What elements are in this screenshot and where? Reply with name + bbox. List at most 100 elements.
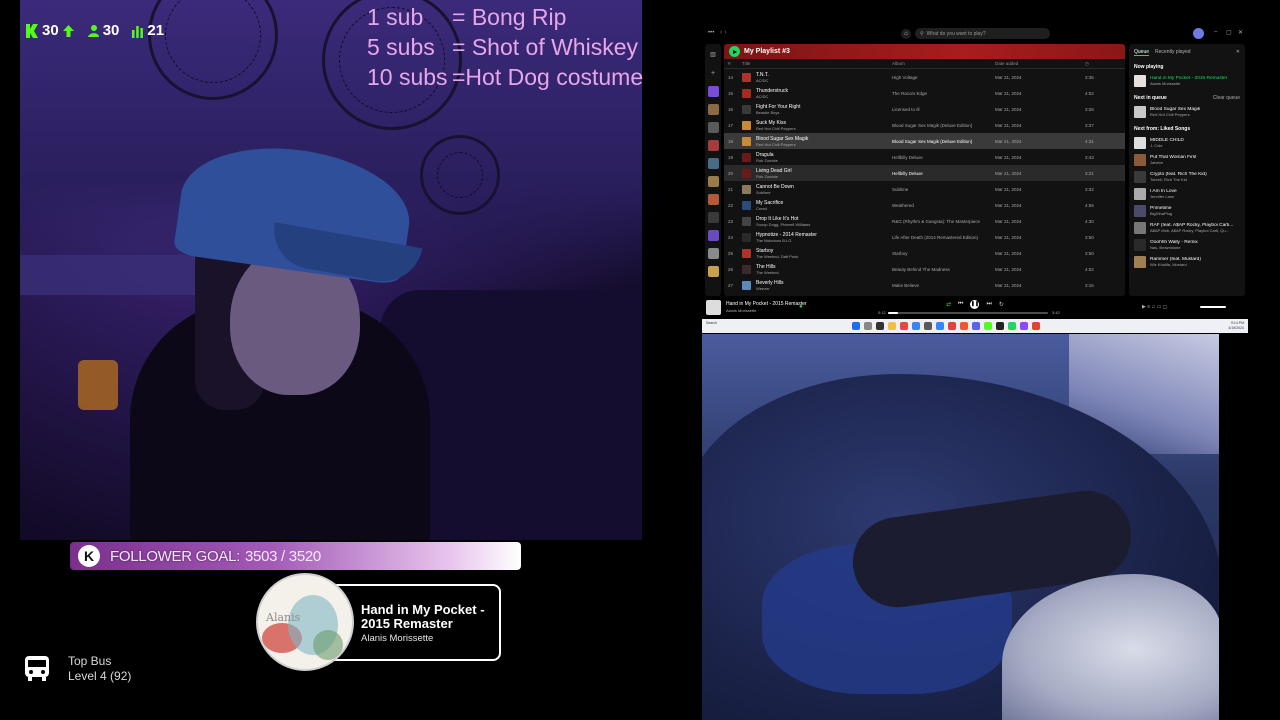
- track-album[interactable]: High Voltage: [892, 75, 995, 80]
- track-album[interactable]: Blood Sugar Sex Magik (Deluxe Edition): [892, 123, 995, 128]
- track-row[interactable]: 14 T.N.T. AC/DC High Voltage Mar 21, 2024 3:3…: [724, 69, 1125, 85]
- track-artist[interactable]: Creed: [756, 206, 767, 211]
- track-album[interactable]: Licensed to Ill: [892, 107, 995, 112]
- maximize-icon[interactable]: ▢: [1226, 29, 1232, 36]
- chrome-icon[interactable]: [900, 322, 908, 330]
- taskbar-search[interactable]: Search: [706, 321, 746, 331]
- playlist-thumb[interactable]: [707, 104, 719, 115]
- queue-item[interactable]: Primetime BigXthaPlug: [1134, 205, 1240, 217]
- track-title[interactable]: Cannot Be Down: [756, 184, 892, 190]
- track-album[interactable]: Weathered: [892, 203, 995, 208]
- liked-check-icon[interactable]: ●: [799, 304, 803, 310]
- queue-item[interactable]: Blood Sugar Sex Magik Red Hot Chili Pepp…: [1134, 106, 1240, 118]
- queue-now-playing[interactable]: Hand in My Pocket - 2015 Remaster Alanis…: [1134, 75, 1240, 87]
- queue-item[interactable]: RAF (feat. A$AP Rocky, Playboi Carti... A…: [1134, 222, 1240, 234]
- taskbar-clock[interactable]: 9:14 PM 4/19/2024: [1228, 321, 1244, 331]
- queue-item[interactable]: I Am In Love Jennifer Lane: [1134, 188, 1240, 200]
- clear-queue-button[interactable]: Clear queue: [1213, 95, 1240, 101]
- track-album[interactable]: Sublime: [892, 187, 995, 192]
- track-artist[interactable]: Beastie Boys: [756, 110, 779, 115]
- track-artist[interactable]: Red Hot Chili Peppers: [756, 142, 796, 147]
- track-row[interactable]: 16 Fight For Your Right Beastie Boys Licens…: [724, 101, 1125, 117]
- playlist-thumb[interactable]: [707, 176, 719, 187]
- track-album[interactable]: Hellbilly Deluxe: [892, 171, 995, 176]
- col-date[interactable]: Date added: [995, 61, 1085, 66]
- playback-progress-bar[interactable]: [888, 312, 1048, 314]
- home-icon[interactable]: ⌂: [901, 29, 911, 39]
- queue-item[interactable]: Rammer (feat. Mustard) Wiz Khalifa, Musta…: [1134, 256, 1240, 268]
- obs-icon[interactable]: [996, 322, 1004, 330]
- track-artist[interactable]: The Notorious B.I.G.: [756, 238, 792, 243]
- track-album[interactable]: The Razors Edge: [892, 91, 995, 96]
- edge-icon[interactable]: [912, 322, 920, 330]
- track-row[interactable]: 24 Hypnotize - 2014 Remaster The Notorious…: [724, 229, 1125, 245]
- playlist-thumb[interactable]: [707, 140, 719, 151]
- track-album[interactable]: Starboy: [892, 251, 995, 256]
- track-row[interactable]: 19 Dragula Rob Zombie Hellbilly Deluxe Mar 2…: [724, 149, 1125, 165]
- volume-slider[interactable]: [1200, 306, 1226, 308]
- tab-queue[interactable]: Queue: [1134, 49, 1150, 56]
- track-album[interactable]: Make Believe: [892, 283, 995, 288]
- search-icon[interactable]: [864, 322, 872, 330]
- app-icon[interactable]: [924, 322, 932, 330]
- spotify-icon[interactable]: [1008, 322, 1016, 330]
- playlist-thumb[interactable]: [707, 230, 719, 241]
- col-duration[interactable]: ◷: [1085, 61, 1125, 67]
- track-row[interactable]: 22 My Sacrifice Creed Weathered Mar 21, 2024…: [724, 197, 1125, 213]
- track-title[interactable]: My Sacrifice: [756, 200, 892, 206]
- track-artist[interactable]: The Weeknd, Daft Punk: [756, 254, 798, 259]
- liked-songs-thumb[interactable]: [707, 86, 719, 97]
- track-album[interactable]: Life After Death (2014 Remastered Editio…: [892, 235, 995, 240]
- playlist-thumb[interactable]: [707, 194, 719, 205]
- player-extra-icons[interactable]: ▶ ≡ ♫ ▭ ◻: [1142, 304, 1167, 310]
- queue-item[interactable]: Ooohhh Wally - Remix Nas, Brownstone: [1134, 239, 1240, 251]
- close-icon[interactable]: ✕: [1236, 49, 1240, 56]
- playlist-thumb[interactable]: [707, 122, 719, 133]
- brave-icon[interactable]: [960, 322, 968, 330]
- next-icon[interactable]: ⏭: [986, 301, 991, 308]
- play-button[interactable]: [729, 46, 740, 57]
- track-artist[interactable]: The Weeknd: [756, 270, 779, 275]
- avatar[interactable]: [1193, 28, 1204, 39]
- track-album[interactable]: Hellbilly Deluxe: [892, 155, 995, 160]
- twitch-icon[interactable]: [1020, 322, 1028, 330]
- track-artist[interactable]: Snoop Dogg, Pharrell Williams: [756, 222, 810, 227]
- start-icon[interactable]: [852, 322, 860, 330]
- playlist-thumb[interactable]: [707, 266, 719, 277]
- track-artist[interactable]: Weezer: [756, 286, 770, 291]
- previous-icon[interactable]: ⏮: [958, 301, 963, 308]
- track-artist[interactable]: AC/DC: [756, 78, 768, 83]
- discord-icon[interactable]: [972, 322, 980, 330]
- queue-item[interactable]: Put That Woman First Jaheim: [1134, 154, 1240, 166]
- col-title[interactable]: Title: [742, 61, 892, 66]
- track-artist[interactable]: Sublime: [756, 190, 770, 195]
- playlist-thumb[interactable]: [707, 212, 719, 223]
- playlist-thumb[interactable]: [707, 158, 719, 169]
- spotify-search-bar[interactable]: ⚲ What do you want to play?: [915, 28, 1050, 39]
- track-row[interactable]: 26 The Hills The Weeknd Beauty Behind The M…: [724, 261, 1125, 277]
- kick-icon[interactable]: [984, 322, 992, 330]
- track-artist[interactable]: Rob Zombie: [756, 174, 778, 179]
- track-row[interactable]: 21 Cannot Be Down Sublime Sublime Mar 21, 20…: [724, 181, 1125, 197]
- shuffle-icon[interactable]: ⇄: [946, 301, 951, 308]
- playlist-thumb[interactable]: [707, 248, 719, 259]
- track-row[interactable]: 20 Living Dead Girl Rob Zombie Hellbilly De…: [724, 165, 1125, 181]
- app-icon[interactable]: [936, 322, 944, 330]
- track-title[interactable]: T.N.T.: [756, 72, 892, 78]
- track-artist[interactable]: AC/DC: [756, 94, 768, 99]
- add-icon[interactable]: +: [708, 68, 719, 79]
- library-icon[interactable]: ▥: [708, 50, 719, 61]
- repeat-icon[interactable]: ↻: [999, 301, 1004, 308]
- track-row[interactable]: 23 Drop It Like It's Hot Snoop Dogg, Pharr…: [724, 213, 1125, 229]
- track-row[interactable]: 27 Beverly Hills Weezer Make Believe Mar 21,…: [724, 277, 1125, 293]
- track-row[interactable]: 25 Starboy The Weeknd, Daft Punk Starboy Mar…: [724, 245, 1125, 261]
- close-icon[interactable]: ✕: [1238, 29, 1243, 36]
- track-album[interactable]: Blood Sugar Sex Magik (Deluxe Edition): [892, 139, 995, 144]
- taskview-icon[interactable]: [876, 322, 884, 330]
- menu-dots-icon[interactable]: •••: [708, 30, 714, 36]
- queue-item[interactable]: Crypto (feat. Rich The Kid) Tohrell, Rich…: [1134, 171, 1240, 183]
- tab-recently-played[interactable]: Recently played: [1155, 49, 1191, 56]
- track-row[interactable]: 15 Thunderstruck AC/DC The Razors Edge Mar 2…: [724, 85, 1125, 101]
- track-artist[interactable]: Red Hot Chili Peppers: [756, 126, 796, 131]
- track-album[interactable]: R&G (Rhythm & Gangsta): The Masterpiece: [892, 219, 995, 224]
